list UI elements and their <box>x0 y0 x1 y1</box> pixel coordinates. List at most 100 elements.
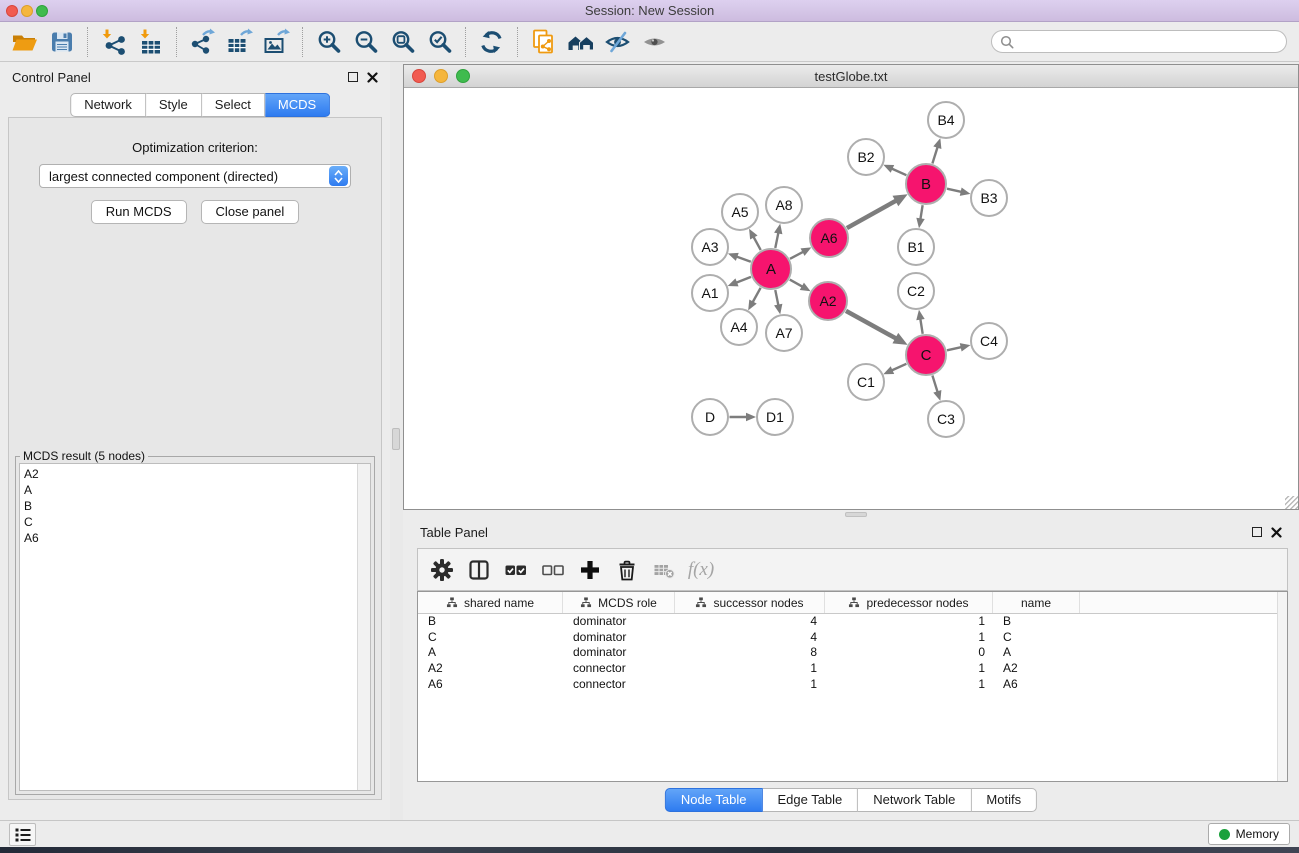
graph-edge-A-A3[interactable] <box>736 256 750 261</box>
horizontal-splitter-grip[interactable] <box>845 512 867 517</box>
graph-node-C[interactable]: C <box>906 335 946 375</box>
window-resize-grip[interactable] <box>1285 496 1298 509</box>
import-network-icon[interactable] <box>95 26 132 58</box>
splitter-grip[interactable] <box>392 428 400 450</box>
export-image-icon[interactable] <box>258 26 295 58</box>
graph-node-B[interactable]: B <box>906 164 946 204</box>
graph-edge-A-A7[interactable] <box>775 290 778 305</box>
graph-node-D1[interactable]: D1 <box>757 399 793 435</box>
result-item-a2[interactable]: A2 <box>20 466 370 482</box>
graph-edge-B-B1[interactable] <box>920 205 922 219</box>
result-list-scrollbar[interactable] <box>357 464 370 790</box>
hide-selected-eye-slash-icon[interactable] <box>599 26 636 58</box>
graph-node-A8[interactable]: A8 <box>766 187 802 223</box>
graph-node-B2[interactable]: B2 <box>848 139 884 175</box>
column-header-shared-name[interactable]: shared name <box>418 592 563 613</box>
graph-node-C1[interactable]: C1 <box>848 364 884 400</box>
cell-shared-name[interactable]: C <box>418 630 563 646</box>
network-zoom-button[interactable] <box>456 69 470 83</box>
duplicate-network-icon[interactable] <box>525 26 562 58</box>
zoom-out-icon[interactable] <box>347 26 384 58</box>
cell-successor-nodes[interactable]: 1 <box>675 661 825 677</box>
close-window-button[interactable] <box>6 5 18 17</box>
cell-shared-name[interactable]: A6 <box>418 677 563 693</box>
task-history-button[interactable] <box>9 823 36 846</box>
add-column-icon[interactable] <box>575 554 605 586</box>
close-table-panel-icon[interactable] <box>1271 527 1282 538</box>
run-mcds-button[interactable]: Run MCDS <box>91 200 187 224</box>
save-session-icon[interactable] <box>43 26 80 58</box>
export-table-icon[interactable] <box>221 26 258 58</box>
cell-shared-name[interactable]: A <box>418 645 563 661</box>
network-minimize-button[interactable] <box>434 69 448 83</box>
tab-mcds[interactable]: MCDS <box>265 93 330 117</box>
network-close-button[interactable] <box>412 69 426 83</box>
deselect-all-icon[interactable] <box>538 554 568 586</box>
graph-node-A[interactable]: A <box>751 249 791 289</box>
graph-node-B3[interactable]: B3 <box>971 180 1007 216</box>
graph-node-C4[interactable]: C4 <box>971 323 1007 359</box>
graph-edge-C-C3[interactable] <box>932 376 937 393</box>
graph-edge-A-A6[interactable] <box>790 252 803 259</box>
table-tab-node-table[interactable]: Node Table <box>665 788 763 812</box>
graph-edge-B-B4[interactable] <box>932 147 937 164</box>
graph-edge-B-B2[interactable] <box>892 168 907 175</box>
result-item-c[interactable]: C <box>20 514 370 530</box>
cell-name[interactable]: B <box>993 614 1080 630</box>
graph-node-D[interactable]: D <box>692 399 728 435</box>
export-network-icon[interactable] <box>184 26 221 58</box>
show-all-eye-icon[interactable] <box>636 26 673 58</box>
cell-predecessor-nodes[interactable]: 1 <box>825 677 993 693</box>
table-row[interactable]: Cdominator41C <box>418 630 1287 646</box>
graph-edge-A6-B[interactable] <box>847 201 896 228</box>
cell-predecessor-nodes[interactable]: 1 <box>825 614 993 630</box>
table-row[interactable]: Bdominator41B <box>418 614 1287 630</box>
network-window-titlebar[interactable]: testGlobe.txt <box>404 65 1298 88</box>
graph-node-C3[interactable]: C3 <box>928 401 964 437</box>
close-panel-button[interactable]: Close panel <box>201 200 300 224</box>
network-canvas[interactable]: B4B2BB3A8A5A6A3B1AC2A1A2A4A7C4CC1C3DD1 <box>404 88 1298 509</box>
graph-node-B1[interactable]: B1 <box>898 229 934 265</box>
cell-name[interactable]: A <box>993 645 1080 661</box>
graph-edge-C-C2[interactable] <box>920 319 922 334</box>
result-item-a6[interactable]: A6 <box>20 530 370 546</box>
cell-mcds-role[interactable]: connector <box>563 661 675 677</box>
table-tab-network-table[interactable]: Network Table <box>858 788 971 812</box>
graph-node-B4[interactable]: B4 <box>928 102 964 138</box>
criterion-dropdown[interactable]: largest connected component (directed) <box>39 164 351 188</box>
minimize-window-button[interactable] <box>21 5 33 17</box>
graph-node-A1[interactable]: A1 <box>692 275 728 311</box>
column-header-predecessor-nodes[interactable]: predecessor nodes <box>825 592 993 613</box>
table-tab-motifs[interactable]: Motifs <box>971 788 1037 812</box>
cell-shared-name[interactable]: A2 <box>418 661 563 677</box>
graph-node-A7[interactable]: A7 <box>766 315 802 351</box>
select-all-icon[interactable] <box>501 554 531 586</box>
show-columns-icon[interactable] <box>464 554 494 586</box>
refresh-icon[interactable] <box>473 26 510 58</box>
search-input[interactable] <box>1019 35 1278 49</box>
import-table-icon[interactable] <box>132 26 169 58</box>
graph-node-C2[interactable]: C2 <box>898 273 934 309</box>
graph-node-A3[interactable]: A3 <box>692 229 728 265</box>
graph-edge-A-A5[interactable] <box>753 237 760 251</box>
cell-name[interactable]: A6 <box>993 677 1080 693</box>
column-header-successor-nodes[interactable]: successor nodes <box>675 592 825 613</box>
float-table-panel-icon[interactable] <box>1252 527 1262 537</box>
cell-successor-nodes[interactable]: 4 <box>675 630 825 646</box>
column-header-mcds-role[interactable]: MCDS role <box>563 592 675 613</box>
cell-predecessor-nodes[interactable]: 0 <box>825 645 993 661</box>
memory-button[interactable]: Memory <box>1208 823 1290 845</box>
zoom-window-button[interactable] <box>36 5 48 17</box>
zoom-in-icon[interactable] <box>310 26 347 58</box>
graph-edge-C-C4[interactable] <box>947 347 962 350</box>
table-row[interactable]: A2connector11A2 <box>418 661 1287 677</box>
table-settings-gear-icon[interactable] <box>427 554 457 586</box>
cell-mcds-role[interactable]: dominator <box>563 630 675 646</box>
close-panel-icon[interactable] <box>367 72 378 83</box>
table-row[interactable]: Adominator80A <box>418 645 1287 661</box>
cell-successor-nodes[interactable]: 1 <box>675 677 825 693</box>
graph-node-A4[interactable]: A4 <box>721 309 757 345</box>
column-header-name[interactable]: name <box>993 592 1080 613</box>
zoom-selected-icon[interactable] <box>421 26 458 58</box>
graph-edge-A-A8[interactable] <box>775 232 778 247</box>
